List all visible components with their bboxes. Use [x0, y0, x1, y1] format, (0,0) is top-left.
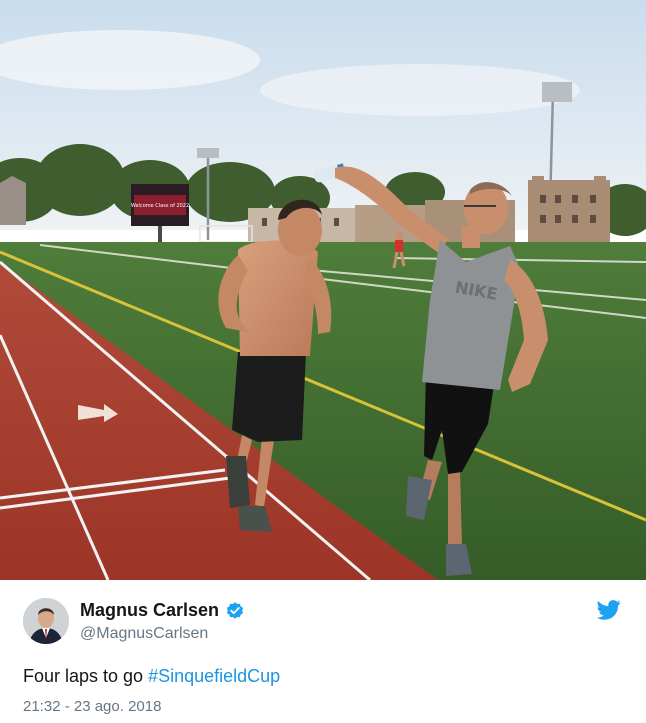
twitter-bird-icon[interactable] — [597, 600, 621, 620]
tweet-photo[interactable]: Welcome Class of 2022 NIKE — [0, 0, 646, 580]
tweet-text-body: Four laps to go — [23, 666, 149, 686]
tweet-text: Four laps to go #SinquefieldCup — [23, 666, 280, 687]
scoreboard-text: Welcome Class of 2022 — [131, 203, 189, 209]
tweet-card: Welcome Class of 2022 NIKE Magnus Carlse… — [0, 0, 646, 723]
verified-badge-icon — [225, 601, 245, 621]
author-name-row: Magnus Carlsen — [80, 600, 245, 621]
scoreboard: Welcome Class of 2022 — [131, 184, 189, 242]
author-handle[interactable]: @MagnusCarlsen — [80, 625, 208, 643]
tweet-footer: Magnus Carlsen @MagnusCarlsen Four laps … — [0, 580, 646, 723]
hashtag-link[interactable]: #SinquefieldCup — [148, 666, 280, 686]
author-display-name[interactable]: Magnus Carlsen — [80, 600, 219, 621]
tweet-timestamp[interactable]: 21:32 - 23 ago. 2018 — [23, 698, 161, 715]
avatar[interactable] — [23, 598, 69, 644]
